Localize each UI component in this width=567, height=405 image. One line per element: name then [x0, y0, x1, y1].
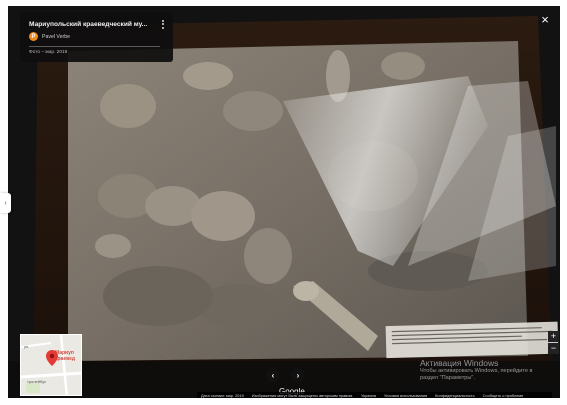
- more-options-icon[interactable]: [159, 19, 167, 31]
- copyright-notice: Изображения могут быть защищены авторски…: [251, 392, 354, 398]
- collapse-panel-button[interactable]: ›: [0, 193, 11, 213]
- location-pin-icon: [46, 350, 58, 366]
- author-row[interactable]: P Pavel Verbe: [29, 32, 70, 41]
- footer-bar: Дата съемки: мар. 2019 Изображения могут…: [197, 392, 552, 398]
- place-title[interactable]: Мариупольский краеведческий му...: [29, 21, 151, 28]
- zoom-in-button[interactable]: +: [548, 331, 559, 342]
- watermark-line: Чтобы активировать Windows, перейдите в: [420, 368, 533, 374]
- next-photo-button[interactable]: ›: [291, 368, 305, 382]
- privacy-link[interactable]: Конфиденциальность: [431, 393, 478, 398]
- avatar[interactable]: P: [29, 32, 38, 41]
- minimap[interactable]: Мариуп краевед ул. тролейбус: [20, 334, 82, 396]
- report-problem-link[interactable]: Сообщить о проблеме: [479, 393, 528, 398]
- divider: [29, 46, 160, 47]
- author-name[interactable]: Pavel Verbe: [42, 34, 70, 40]
- exhibit-photo[interactable]: [8, 6, 560, 398]
- windows-activation-watermark: Активация Windows Чтобы активировать Win…: [420, 358, 532, 382]
- close-button[interactable]: ×: [538, 13, 552, 27]
- watermark-line: раздел "Параметры".: [420, 375, 475, 381]
- terms-link[interactable]: Условия использования: [380, 393, 431, 398]
- info-card: Мариупольский краеведческий му... P Pave…: [20, 12, 173, 62]
- photo-date: Фото – мар. 2019: [29, 50, 68, 55]
- photo-viewer[interactable]: Мариупольский краеведческий му... P Pave…: [8, 6, 560, 398]
- capture-date: Дата съемки: мар. 2019: [201, 392, 244, 398]
- zoom-out-button[interactable]: −: [548, 343, 559, 354]
- map-street-label: ул.: [24, 344, 30, 349]
- previous-photo-button[interactable]: ‹: [266, 368, 280, 382]
- watermark-title: Активация Windows: [420, 358, 499, 368]
- map-street-label: тролейбус: [27, 379, 47, 384]
- zoom-controls: + −: [548, 331, 559, 355]
- country-link[interactable]: Украина: [357, 393, 380, 398]
- map-place-label: краевед: [55, 356, 76, 362]
